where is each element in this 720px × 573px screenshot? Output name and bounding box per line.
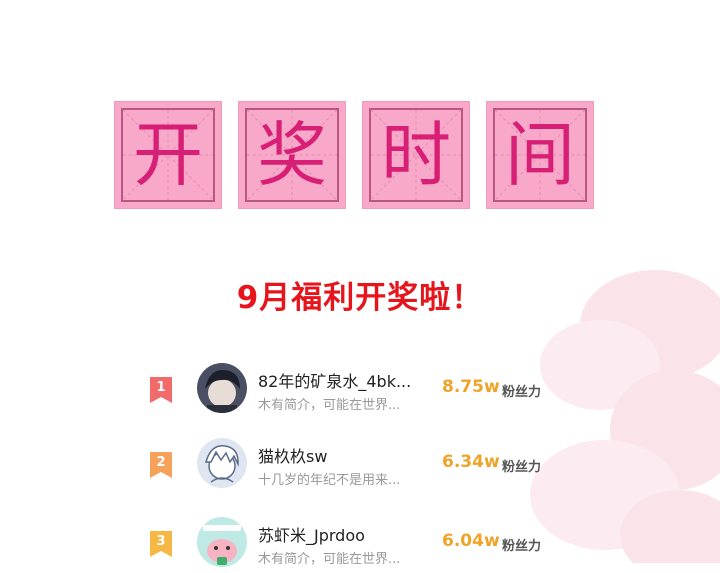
ranking-row[interactable]: 1 82年的矿泉水_4bk... 木有简介，可能在世界... 8.75w 粉丝力 [150, 359, 570, 419]
title-char: 开 [133, 114, 203, 196]
user-name[interactable]: 猫杦杦sw [258, 443, 428, 467]
title-tile: 开 [114, 101, 222, 209]
rank-badge: 3 [150, 531, 172, 557]
title-tile: 间 [486, 101, 594, 209]
title-tile: 时 [362, 101, 470, 209]
title-char: 奖 [257, 114, 327, 196]
user-avatar[interactable] [197, 363, 247, 413]
user-name[interactable]: 82年的矿泉水_4bk... [258, 368, 428, 392]
fans-label: 粉丝力 [502, 460, 542, 475]
user-bio: 木有简介，可能在世界... [258, 398, 401, 413]
rank-badge: 2 [150, 452, 172, 478]
fans-label: 粉丝力 [502, 539, 542, 554]
rank-number: 1 [156, 380, 166, 395]
title-banner: 开 奖 时 间 [0, 101, 720, 211]
fans-value: 8.75w [442, 377, 500, 397]
rank-number: 2 [156, 455, 166, 470]
rank-number: 3 [156, 534, 166, 549]
user-bio: 十几岁的年纪不是用来... [258, 473, 401, 488]
ranking-row[interactable]: 2 猫杦杦sw 十几岁的年纪不是用来... 6.34w 粉丝力 [150, 434, 570, 494]
title-char: 间 [505, 114, 575, 196]
fans-value: 6.34w [442, 452, 500, 472]
user-name[interactable]: 苏虾米_Jprdoo [258, 522, 428, 546]
user-avatar[interactable] [197, 438, 247, 488]
ranking-row[interactable]: 3 苏虾米_Jprdoo 木有简介，可能在世界... 6.04w 粉丝力 [150, 513, 570, 573]
fans-label: 粉丝力 [502, 385, 542, 400]
title-tile: 奖 [238, 101, 346, 209]
user-bio: 木有简介，可能在世界... [258, 552, 401, 567]
user-avatar[interactable] [197, 517, 247, 567]
title-char: 时 [381, 114, 451, 196]
fans-value: 6.04w [442, 531, 500, 551]
rank-badge: 1 [150, 377, 172, 403]
page-subtitle: 9月福利开奖啦！ [236, 280, 484, 316]
